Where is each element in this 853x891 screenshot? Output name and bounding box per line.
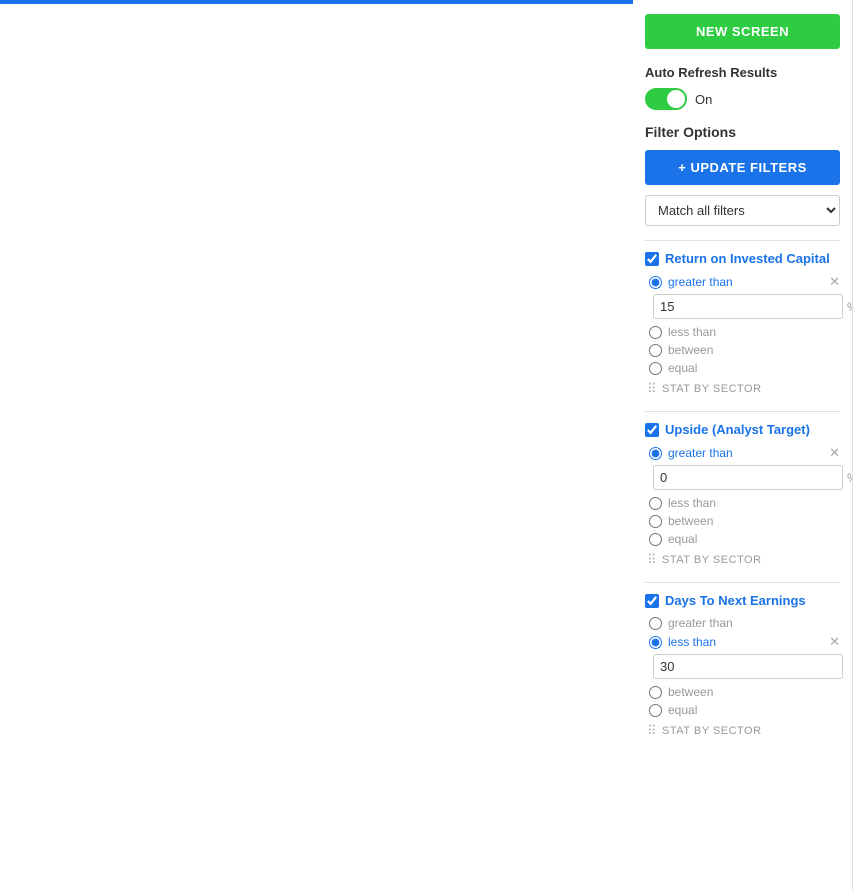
roic-radio-greater: greater than ✕ (649, 274, 840, 290)
days-value-input[interactable] (653, 654, 843, 679)
roic-checkbox[interactable] (645, 252, 659, 266)
roic-input-row: % (649, 294, 840, 319)
roic-radio-equal: equal (649, 361, 840, 375)
filter-options-label: Filter Options (645, 124, 840, 140)
upside-checkbox[interactable] (645, 423, 659, 437)
days-radio-equal-input[interactable] (649, 704, 662, 717)
roic-filter-title: Return on Invested Capital (665, 251, 830, 266)
roic-stat-label: STAT BY SECTOR (662, 383, 762, 395)
toggle-row: On (645, 88, 840, 110)
roic-radio-equal-label: equal (668, 361, 697, 375)
upside-radio-greater-label: greater than (668, 446, 733, 460)
upside-radio-less-input[interactable] (649, 497, 662, 510)
days-radio-greater-input[interactable] (649, 617, 662, 630)
days-stat-by-sector[interactable]: ⠿ STAT BY SECTOR (645, 723, 840, 739)
upside-percent-label: % (847, 471, 853, 485)
roic-close-icon[interactable]: ✕ (829, 274, 840, 290)
days-close-icon[interactable]: ✕ (829, 634, 840, 650)
days-radio-less: less than ✕ (649, 634, 840, 650)
roic-radio-greater-label: greater than (668, 275, 733, 289)
upside-filter-title: Upside (Analyst Target) (665, 422, 810, 437)
roic-radio-between-label: between (668, 343, 713, 357)
days-radio-between: between (649, 685, 840, 699)
roic-radio-greater-input[interactable] (649, 276, 662, 289)
new-screen-button[interactable]: NEW SCREEN (645, 14, 840, 49)
upside-radio-less: less than (649, 496, 840, 510)
upside-radio-equal-label: equal (668, 532, 697, 546)
days-radio-less-label: less than (668, 635, 716, 649)
upside-filter-section: Upside (Analyst Target) greater than ✕ %… (645, 411, 840, 568)
roic-radio-less-input[interactable] (649, 326, 662, 339)
upside-radio-greater: greater than ✕ (649, 445, 840, 461)
roic-radio-between-input[interactable] (649, 344, 662, 357)
upside-radio-equal-input[interactable] (649, 533, 662, 546)
roic-value-input[interactable] (653, 294, 843, 319)
roic-filter-title-row: Return on Invested Capital (645, 251, 840, 266)
roic-percent-label: % (847, 300, 853, 314)
days-radio-between-input[interactable] (649, 686, 662, 699)
upside-radio-between-label: between (668, 514, 713, 528)
upside-radio-group: greater than ✕ % less than between equal (645, 445, 840, 546)
upside-close-icon[interactable]: ✕ (829, 445, 840, 461)
days-radio-greater-label: greater than (668, 616, 733, 630)
sidebar: NEW SCREEN Auto Refresh Results On Filte… (633, 0, 853, 891)
roic-filter-section: Return on Invested Capital greater than … (645, 240, 840, 397)
roic-radio-less-label: less than (668, 325, 716, 339)
upside-radio-between: between (649, 514, 840, 528)
upside-value-input[interactable] (653, 465, 843, 490)
upside-radio-between-input[interactable] (649, 515, 662, 528)
auto-refresh-section: Auto Refresh Results On (645, 65, 840, 110)
roic-radio-group: greater than ✕ % less than between equal (645, 274, 840, 375)
toggle-on-label: On (695, 92, 712, 107)
roic-radio-less: less than (649, 325, 840, 339)
days-checkbox[interactable] (645, 594, 659, 608)
days-radio-equal: equal (649, 703, 840, 717)
upside-drag-icon: ⠿ (647, 552, 657, 568)
days-filter-title-row: Days To Next Earnings (645, 593, 840, 608)
days-radio-greater: greater than (649, 616, 840, 630)
match-filter-select[interactable]: Match all filters Match any filter (645, 195, 840, 226)
auto-refresh-label: Auto Refresh Results (645, 65, 840, 80)
upside-radio-less-label: less than (668, 496, 716, 510)
roic-radio-equal-input[interactable] (649, 362, 662, 375)
days-input-row (649, 654, 840, 679)
roic-drag-icon: ⠿ (647, 381, 657, 397)
upside-input-row: % (649, 465, 840, 490)
days-drag-icon: ⠿ (647, 723, 657, 739)
roic-stat-by-sector[interactable]: ⠿ STAT BY SECTOR (645, 381, 840, 397)
days-filter-section: Days To Next Earnings greater than less … (645, 582, 840, 739)
upside-stat-by-sector[interactable]: ⠿ STAT BY SECTOR (645, 552, 840, 568)
top-bar (0, 0, 633, 4)
days-radio-between-label: between (668, 685, 713, 699)
upside-stat-label: STAT BY SECTOR (662, 554, 762, 566)
upside-radio-greater-input[interactable] (649, 447, 662, 460)
roic-radio-between: between (649, 343, 840, 357)
update-filters-button[interactable]: + UPDATE FILTERS (645, 150, 840, 185)
upside-filter-title-row: Upside (Analyst Target) (645, 422, 840, 437)
days-radio-equal-label: equal (668, 703, 697, 717)
days-filter-title: Days To Next Earnings (665, 593, 806, 608)
days-radio-less-input[interactable] (649, 636, 662, 649)
upside-radio-equal: equal (649, 532, 840, 546)
days-radio-group: greater than less than ✕ between equal (645, 616, 840, 717)
days-stat-label: STAT BY SECTOR (662, 725, 762, 737)
auto-refresh-toggle[interactable] (645, 88, 687, 110)
